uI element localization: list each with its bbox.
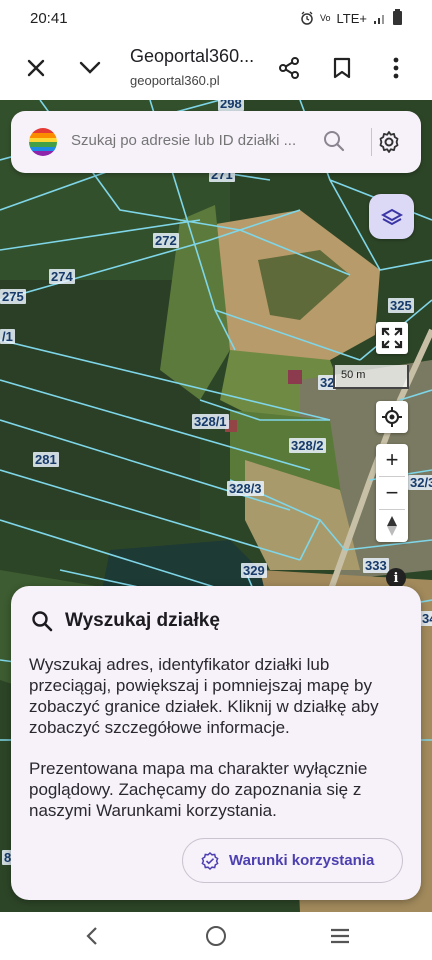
parcel-label[interactable]: 298 [218, 100, 244, 111]
parcel-label[interactable]: 328/1 [192, 414, 229, 429]
info-icon[interactable]: i [386, 568, 406, 588]
zoom-out-icon[interactable]: − [376, 477, 408, 509]
page-url[interactable]: geoportal360.pl [130, 73, 220, 88]
search-icon [31, 610, 53, 637]
parcel-label[interactable]: 329 [241, 563, 267, 578]
verified-badge-icon [201, 851, 219, 870]
card-disclaimer: Prezentowana mapa ma charakter wyłącznie… [29, 759, 368, 820]
parcel-label[interactable]: 328/3 [227, 481, 264, 496]
compass-icon[interactable] [376, 510, 408, 542]
network-type: LTE+ [336, 10, 367, 26]
zoom-in-icon[interactable]: + [376, 444, 408, 476]
parcel-label[interactable]: 333 [363, 558, 389, 573]
my-location-icon [382, 407, 402, 427]
volte-icon: Vo [320, 13, 331, 23]
search-icon[interactable] [323, 130, 345, 157]
system-nav-bar [0, 912, 432, 960]
terms-button-label: Warunki korzystania [229, 852, 375, 869]
status-bar: 20:41 Vo LTE+ [0, 0, 432, 36]
status-icons: Vo LTE+ [300, 9, 402, 26]
more-vert-icon[interactable] [380, 52, 412, 84]
search-bar[interactable] [11, 111, 421, 173]
fullscreen-button[interactable] [376, 322, 408, 354]
search-input[interactable] [71, 132, 309, 149]
parcel-label[interactable]: 281 [33, 452, 59, 467]
search-help-card: Wyszukaj działkę Wyszukaj adres, identyf… [11, 586, 421, 900]
recents-icon[interactable] [325, 922, 355, 950]
alarm-icon [301, 11, 313, 25]
card-description: Wyszukaj adres, identyfikator działki lu… [29, 655, 379, 737]
chevron-down-icon[interactable] [74, 52, 106, 84]
browser-toolbar: Geoportal360... geoportal360.pl [0, 36, 432, 100]
terms-of-use-button[interactable]: Warunki korzystania [182, 838, 403, 883]
parcel-label[interactable]: 275 [0, 289, 26, 304]
signal-icon [374, 15, 384, 24]
parcel-label[interactable]: 34 [420, 611, 432, 626]
parcel-label[interactable]: 32/3 [408, 475, 432, 490]
parcel-label[interactable]: 328/2 [289, 438, 326, 453]
parcel-label[interactable]: 274 [49, 269, 75, 284]
parcel-label[interactable]: /1 [0, 329, 15, 344]
card-title: Wyszukaj działkę [65, 610, 220, 631]
status-time: 20:41 [30, 9, 68, 27]
geoportal-logo [29, 128, 57, 156]
fullscreen-icon [381, 327, 403, 349]
settings-gear-icon[interactable] [377, 130, 401, 159]
bookmark-icon[interactable] [326, 52, 358, 84]
page-title[interactable]: Geoportal360... [130, 46, 254, 67]
parcel-label[interactable]: 272 [153, 233, 179, 248]
home-icon[interactable] [201, 922, 231, 950]
parcel-label[interactable]: 325 [388, 298, 414, 313]
close-icon[interactable] [20, 52, 52, 84]
my-location-button[interactable] [376, 401, 408, 433]
search-divider [371, 128, 372, 156]
scale-bar: 50 m [333, 365, 409, 389]
share-icon[interactable] [273, 52, 305, 84]
layers-button[interactable] [369, 194, 414, 239]
zoom-controls: + − [376, 444, 408, 542]
battery-icon [393, 9, 402, 25]
layers-icon [380, 208, 403, 225]
back-icon[interactable] [77, 922, 107, 950]
